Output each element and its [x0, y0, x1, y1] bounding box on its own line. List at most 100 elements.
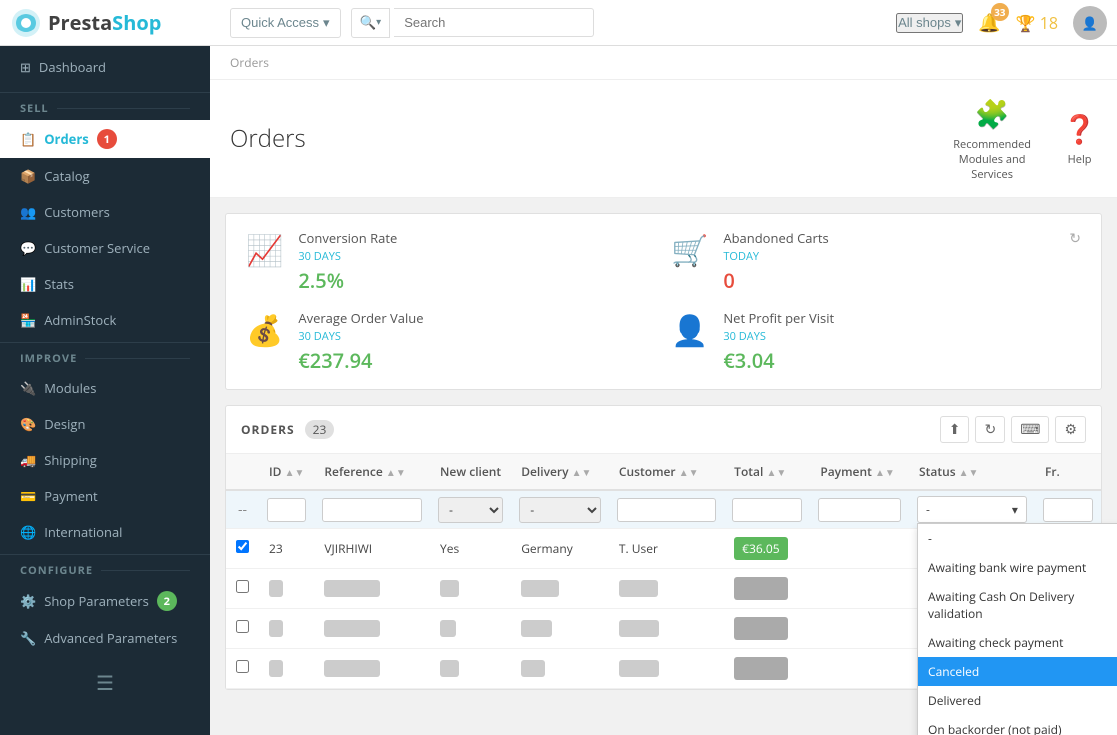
dropdown-item-check-payment[interactable]: Awaiting check payment [918, 628, 1117, 657]
chevron-down-icon: ▾ [1012, 501, 1018, 518]
row3-total: €00.00 [724, 609, 810, 649]
sidebar-item-shipping[interactable]: 🚚 Shipping [0, 442, 210, 478]
sort-status-icon[interactable]: ▲▼ [959, 465, 979, 479]
stat-avg-order: 💰 Average Order Value 30 DAYS €237.94 [246, 309, 656, 374]
abandoned-carts-value: 0 [723, 267, 828, 294]
conversion-rate-value: 2.5% [298, 267, 397, 294]
filter-from-input[interactable] [1043, 498, 1093, 522]
dropdown-item-bank-wire[interactable]: Awaiting bank wire payment [918, 553, 1117, 582]
filter-delivery-cell: - [511, 490, 609, 529]
dropdown-item-cod[interactable]: Awaiting Cash On Delivery validation [918, 582, 1117, 628]
sidebar-toggle-button[interactable]: ☰ [96, 671, 114, 696]
orders-count-badge: 23 [305, 420, 335, 439]
refresh-icon[interactable]: ↻ [1069, 229, 1081, 248]
row1-checkbox-cell [226, 529, 259, 569]
stock-icon: 🏪 [20, 311, 36, 329]
sidebar-item-advanced-parameters[interactable]: 🔧 Advanced Parameters [0, 620, 210, 656]
filter-delivery-select[interactable]: - [519, 497, 601, 523]
sidebar-item-customer-service[interactable]: 💬 Customer Service [0, 230, 210, 266]
shipping-icon: 🚚 [20, 451, 36, 469]
filter-ref-input[interactable] [322, 498, 422, 522]
shop-parameters-icon: ⚙️ [20, 592, 36, 610]
row2-new-client: Yes [430, 569, 511, 609]
sidebar-item-international[interactable]: 🌐 International [0, 514, 210, 550]
row4-payment [810, 649, 909, 689]
sidebar-item-orders[interactable]: 📋 Orders 1 [0, 120, 210, 158]
row3-checkbox[interactable] [236, 620, 249, 633]
sort-id-icon[interactable]: ▲▼ [285, 465, 305, 479]
quick-access-button[interactable]: Quick Access ▾ [230, 8, 341, 38]
row2-total: €00.00 [724, 569, 810, 609]
row1-payment [810, 529, 909, 569]
allshops-button[interactable]: All shops ▾ [896, 13, 963, 33]
chevron-down-icon: ▾ [955, 15, 962, 31]
sidebar-item-design[interactable]: 🎨 Design [0, 406, 210, 442]
trophy-button[interactable]: 🏆 18 [1016, 12, 1058, 34]
dropdown-item-dash[interactable]: - [918, 524, 1117, 553]
net-profit-label: Net Profit per Visit [723, 309, 834, 327]
stats-icon: 📊 [20, 275, 36, 293]
filter-customer-cell [609, 490, 724, 529]
sidebar-item-adminstock[interactable]: 🏪 AdminStock [0, 302, 210, 338]
dropdown-item-delivered[interactable]: Delivered [918, 686, 1117, 715]
search-input[interactable] [394, 8, 594, 37]
table-header-row: ID ▲▼ Reference ▲▼ New client Delivery ▲… [226, 454, 1101, 490]
customer-service-icon: 💬 [20, 239, 36, 257]
chevron-down-icon: ▾ [323, 15, 330, 31]
sidebar-item-customers[interactable]: 👥 Customers [0, 194, 210, 230]
row4-checkbox[interactable] [236, 660, 249, 673]
terminal-button[interactable]: ⌨ [1011, 416, 1049, 443]
row2-id: 22 [259, 569, 314, 609]
filter-newclient-cell: - Yes No [430, 490, 511, 529]
sidebar-item-modules[interactable]: 🔌 Modules [0, 370, 210, 406]
help-icon: ❓ [1062, 110, 1097, 148]
row4-customer: B. User [609, 649, 724, 689]
filter-payment-input[interactable] [818, 498, 901, 522]
sort-payment-icon[interactable]: ▲▼ [875, 465, 895, 479]
refresh-button[interactable]: ↻ [975, 416, 1005, 443]
help-button[interactable]: ❓ Help [1062, 110, 1097, 167]
avg-order-label: Average Order Value [298, 309, 423, 327]
row1-checkbox[interactable] [236, 540, 249, 553]
page-actions: 🧩 Recommended Modules and Services ❓ Hel… [942, 95, 1097, 182]
orders-header: ORDERS 23 ⬆ ↻ ⌨ ⚙ [226, 406, 1101, 454]
row1-reference: VJIRHIWI [314, 529, 430, 569]
sort-total-icon[interactable]: ▲▼ [766, 465, 786, 479]
sidebar-item-stats[interactable]: 📊 Stats [0, 266, 210, 302]
search-type-button[interactable]: 🔍 ▾ [351, 8, 391, 38]
avg-order-icon: 💰 [246, 309, 283, 350]
filter-newclient-select[interactable]: - Yes No [438, 497, 503, 523]
filter-row: -- - Yes No - [226, 490, 1101, 529]
design-icon: 🎨 [20, 415, 36, 433]
chevron-down-icon: ▾ [376, 17, 381, 28]
sort-customer-icon[interactable]: ▲▼ [679, 465, 699, 479]
row3-delivery: Spain [511, 609, 609, 649]
dropdown-item-canceled[interactable]: Canceled [918, 657, 1117, 686]
sort-delivery-icon[interactable]: ▲▼ [572, 465, 592, 479]
international-icon: 🌐 [20, 523, 36, 541]
row3-checkbox-cell [226, 609, 259, 649]
recommended-modules-button[interactable]: 🧩 Recommended Modules and Services [942, 95, 1042, 182]
sidebar-item-catalog[interactable]: 📦 Catalog [0, 158, 210, 194]
sidebar-item-payment[interactable]: 💳 Payment [0, 478, 210, 514]
row1-customer: T. User [609, 529, 724, 569]
row3-new-client: No [430, 609, 511, 649]
row2-checkbox[interactable] [236, 580, 249, 593]
filter-total-input[interactable] [732, 498, 802, 522]
filter-total-cell [724, 490, 810, 529]
settings-button[interactable]: ⚙ [1055, 416, 1086, 443]
dropdown-item-backorder-not-paid[interactable]: On backorder (not paid) [918, 715, 1117, 735]
export-button[interactable]: ⬆ [940, 416, 970, 443]
sidebar-item-shop-parameters[interactable]: ⚙️ Shop Parameters 2 [0, 582, 210, 620]
notifications-button[interactable]: 🔔 33 [978, 11, 1000, 35]
row1-id: 23 [259, 529, 314, 569]
status-dropdown-trigger[interactable]: - ▾ [917, 496, 1027, 523]
filter-customer-input[interactable] [617, 498, 716, 522]
row2-payment [810, 569, 909, 609]
layout: ⊞ Dashboard SELL 📋 Orders 1 📦 Catalog 👥 … [0, 46, 1117, 735]
avatar[interactable]: 👤 [1073, 6, 1107, 40]
th-delivery: Delivery ▲▼ [511, 454, 609, 490]
sidebar-item-dashboard[interactable]: ⊞ Dashboard [0, 46, 210, 88]
filter-id-input[interactable] [267, 498, 306, 522]
sort-ref-icon[interactable]: ▲▼ [386, 465, 406, 479]
